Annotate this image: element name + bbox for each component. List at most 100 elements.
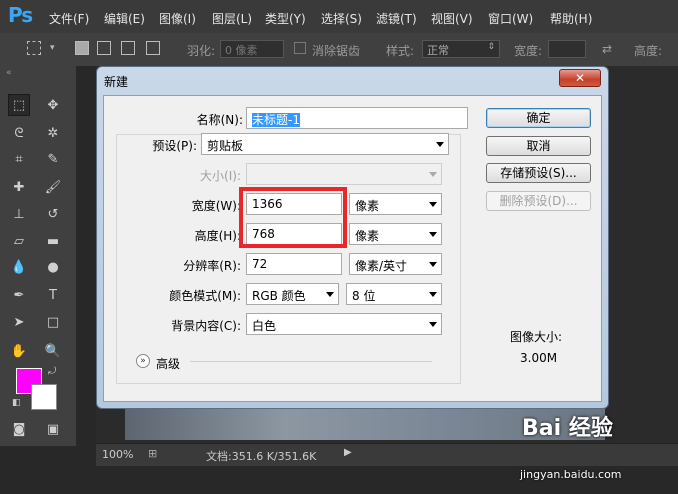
screen-mode-icon[interactable]: ▣ (42, 418, 64, 440)
type-icon[interactable]: T (42, 284, 64, 306)
chevron-down-icon (429, 322, 437, 327)
menu-edit[interactable]: 编辑(E) (104, 10, 145, 27)
bg-content-label: 背景内容(C): (171, 319, 241, 333)
resolution-input[interactable]: 72 (246, 253, 342, 275)
delete-preset-button[interactable]: 删除预设(D)... (486, 191, 591, 211)
tools-panel: « ⬚ ✥ ᘓ ✲ ⌗ ✎ ✚ 🖌 ⊥ ↺ ▱ ▬ 💧 ● ✒ T ➤ □ ✋ … (0, 66, 76, 446)
color-mode-select[interactable]: RGB 颜色 (246, 283, 339, 305)
rect-marquee-icon[interactable]: ⬚ (8, 94, 30, 116)
width-input[interactable] (548, 40, 586, 58)
menu-help[interactable]: 帮助(H) (550, 10, 592, 27)
height-unit-value: 像素 (355, 229, 380, 243)
bg-content-select[interactable]: 白色 (246, 313, 442, 335)
crop-icon[interactable]: ⌗ (8, 148, 30, 170)
history-brush-icon[interactable]: ↺ (42, 203, 64, 225)
status-menu-arrow-icon[interactable]: ▶ (344, 447, 352, 458)
preset-value: 剪贴板 (207, 139, 244, 153)
antialias-checkbox[interactable] (294, 42, 306, 54)
feather-label: 羽化: (187, 44, 216, 58)
bg-content-value: 白色 (252, 319, 277, 333)
brush-icon[interactable]: 🖌 (42, 176, 64, 198)
chevron-down-icon (436, 142, 444, 147)
color-mode-label: 颜色模式(M): (169, 289, 241, 303)
clone-stamp-icon[interactable]: ⊥ (8, 203, 30, 225)
menu-image[interactable]: 图像(I) (159, 10, 196, 27)
options-bar: ▾ 羽化: 0 像素 消除锯齿 样式: 正常 ⇕ 宽度: ⇄ 高度: (0, 33, 678, 67)
name-label: 名称(N): (196, 113, 243, 127)
bit-depth-select[interactable]: 8 位 (346, 283, 442, 305)
menu-view[interactable]: 视图(V) (431, 10, 473, 27)
default-colors-icon[interactable]: ◧ (12, 398, 21, 408)
cancel-button[interactable]: 取消 (486, 136, 591, 156)
image-size-label: 图像大小: (510, 330, 563, 344)
dodge-icon[interactable]: ● (42, 256, 64, 278)
resolution-unit-select[interactable]: 像素/英寸 (349, 253, 442, 275)
chevron-down-icon[interactable]: ▾ (50, 43, 55, 53)
chevron-down-icon (429, 232, 437, 237)
size-select[interactable] (246, 163, 442, 185)
menu-window[interactable]: 窗口(W) (488, 10, 533, 27)
menu-layer[interactable]: 图层(L) (212, 10, 252, 27)
antialias-label: 消除锯齿 (312, 44, 361, 58)
preset-label: 预设(P): (152, 139, 197, 153)
quick-mask-icon[interactable]: ◙ (8, 418, 30, 440)
ok-button[interactable]: 确定 (486, 108, 591, 128)
move-icon[interactable]: ✥ (42, 94, 64, 116)
eyedropper-icon[interactable]: ✎ (42, 148, 64, 170)
intersect-selection-icon[interactable] (146, 41, 160, 55)
add-selection-icon[interactable] (97, 41, 111, 55)
menu-filter[interactable]: 滤镜(T) (376, 10, 417, 27)
photoshop-logo: Ps (8, 3, 33, 27)
resolution-label: 分辨率(R): (183, 259, 241, 273)
resolution-unit-value: 像素/英寸 (355, 259, 408, 273)
height-label: 高度: (634, 44, 663, 58)
style-select[interactable]: 正常 ⇕ (422, 40, 500, 58)
menu-type[interactable]: 类型(Y) (265, 10, 306, 27)
chevron-down-icon (429, 262, 437, 267)
rectangle-shape-icon[interactable]: □ (42, 311, 64, 333)
pen-icon[interactable]: ✒ (8, 284, 30, 306)
doc-size: 文档:351.6 K/351.6K (206, 450, 317, 463)
name-input[interactable]: 未标题-1 (246, 107, 468, 129)
zoom-level[interactable]: 100% (102, 448, 133, 461)
hand-icon[interactable]: ✋ (8, 340, 30, 362)
preset-select[interactable]: 剪贴板 (201, 133, 449, 155)
close-button[interactable]: ✕ (559, 69, 601, 87)
feather-input[interactable]: 0 像素 (220, 40, 284, 58)
baidu-watermark-logo: Bai 经验 (522, 416, 613, 441)
collapse-icon[interactable]: « (6, 68, 12, 78)
subtract-selection-icon[interactable] (121, 41, 135, 55)
width-label: 宽度(W): (191, 199, 241, 213)
height-label: 高度(H): (194, 229, 241, 243)
eraser-icon[interactable]: ▱ (8, 230, 30, 252)
color-mode-value: RGB 颜色 (252, 289, 306, 303)
width-unit-value: 像素 (355, 199, 380, 213)
chevron-down-icon (326, 292, 334, 297)
background-color-swatch[interactable] (31, 384, 57, 410)
advanced-label[interactable]: 高级 (156, 355, 180, 372)
width-label: 宽度: (514, 44, 543, 58)
save-preset-button[interactable]: 存储预设(S)... (486, 163, 591, 183)
image-size-value: 3.00M (520, 351, 558, 365)
lasso-icon[interactable]: ᘓ (8, 122, 30, 144)
height-unit-select[interactable]: 像素 (349, 223, 442, 245)
chevron-down-icon (429, 292, 437, 297)
expand-advanced-icon[interactable]: » (136, 354, 150, 368)
new-selection-icon[interactable] (75, 41, 89, 55)
magic-wand-icon[interactable]: ✲ (42, 122, 64, 144)
baidu-watermark-url: jingyan.baidu.com (520, 468, 622, 481)
healing-brush-icon[interactable]: ✚ (8, 176, 30, 198)
zoom-icon[interactable]: 🔍 (42, 340, 64, 362)
menu-file[interactable]: 文件(F) (49, 10, 89, 27)
menu-select[interactable]: 选择(S) (321, 10, 362, 27)
marquee-tool-icon[interactable] (27, 41, 41, 55)
gradient-icon[interactable]: ▬ (42, 230, 64, 252)
path-select-icon[interactable]: ➤ (8, 311, 30, 333)
bit-depth-value: 8 位 (352, 289, 376, 303)
width-unit-select[interactable]: 像素 (349, 193, 442, 215)
style-value: 正常 (427, 44, 449, 57)
swap-icon[interactable]: ⇄ (602, 42, 612, 56)
swap-colors-icon[interactable]: ⤾ (48, 366, 56, 377)
blur-icon[interactable]: 💧 (8, 256, 30, 278)
dialog-title: 新建 (104, 75, 129, 89)
